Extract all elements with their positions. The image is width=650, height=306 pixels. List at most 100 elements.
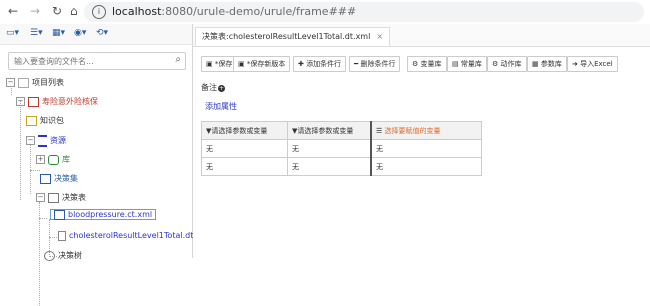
tree-label: 寿险意外险核保 [42, 97, 98, 106]
info-icon[interactable]: i [92, 5, 106, 19]
tree-node-dtable[interactable]: − 决策表 [36, 191, 86, 205]
grid-file-icon [54, 209, 65, 220]
del-cond-label: 删除条件行 [360, 60, 396, 68]
folder-icon [18, 77, 29, 88]
refresh-icon[interactable]: ⟲▾ [96, 28, 108, 38]
grid-icon: ▦ [532, 60, 541, 68]
tree-label: bloodpressure.ct.xml [68, 210, 153, 219]
action-header[interactable]: ☰ 选择要赋值的变量 [370, 121, 482, 140]
tree-label: 项目列表 [32, 78, 64, 87]
back-icon[interactable]: ← [8, 4, 18, 18]
reload-icon[interactable]: ↻ [52, 4, 62, 18]
monitor-icon[interactable]: ▭▾ [6, 28, 19, 38]
tree-node-knowledge[interactable]: 知识包 [26, 114, 64, 128]
list-icon: ☰ [376, 126, 385, 135]
home-icon[interactable]: ⌂ [70, 4, 78, 18]
address-bar[interactable]: i localhost:8080/urule-demo/urule/frame#… [84, 2, 644, 22]
condition-header-2[interactable]: ▼请选择参数或变量 [287, 121, 372, 140]
tree-label: 资源 [50, 136, 66, 145]
table-cell[interactable]: 无 [370, 157, 482, 176]
tab-label: 决策表:cholesterolResultLevel1Total.dt.xml [202, 32, 371, 41]
tree-node-project[interactable]: − 寿险意外险核保 [16, 95, 98, 109]
add-circle-icon[interactable]: + [218, 85, 225, 92]
var-lib-label: 变量库 [420, 60, 442, 68]
note-label[interactable]: 备注 + [201, 82, 225, 93]
tree-node-dtree[interactable]: 决策树 [44, 249, 82, 263]
decision-table: ▼请选择参数或变量 ▼请选择参数或变量 ☰ 选择要赋值的变量 无 无 无 无 无… [201, 121, 482, 176]
tree-node-root[interactable]: − 项目列表 [6, 76, 64, 90]
gear-icon: ⚙ [492, 60, 501, 68]
parameter-library-button[interactable]: ▦ 参数库 [527, 56, 567, 72]
url-path: :8080/urule-demo/urule/frame### [161, 5, 357, 18]
import-excel-button[interactable]: ➜ 导入Excel [567, 56, 618, 72]
file-icon [58, 230, 66, 241]
variable-library-button[interactable]: ⚙ 变量库 [407, 56, 447, 72]
add-condition-row-button[interactable]: ✚ 添加条件行 [293, 56, 347, 72]
table-cell[interactable]: 无 [287, 157, 372, 176]
tree-node-file-bloodpressure[interactable]: bloodpressure.ct.xml [50, 208, 157, 222]
save-new-version-button[interactable]: ▣ *保存新版本 [233, 56, 291, 72]
close-icon[interactable]: × [376, 32, 383, 41]
table-cell[interactable]: 无 [201, 157, 288, 176]
tree-label: 决策表 [62, 193, 86, 202]
tree-node-library[interactable]: + 库 [36, 153, 70, 167]
file-search: ⌕ [8, 52, 186, 70]
tab-decision-table[interactable]: 决策表:cholesterolResultLevel1Total.dt.xml × [195, 27, 391, 46]
table-icon [48, 192, 59, 203]
gear-icon: ⚙ [412, 60, 421, 68]
table-cell[interactable]: 无 [201, 139, 288, 158]
tree-label: 库 [62, 155, 70, 164]
sidebar-toolbar: ▭▾ ☰▾ ▦▾ ◉▾ ⟲▾ [0, 24, 192, 45]
tab-bar: 决策表:cholesterolResultLevel1Total.dt.xml × [193, 24, 650, 47]
save-icon: ▣ [238, 60, 247, 68]
table-row: 无 无 无 [201, 157, 482, 176]
box-icon: ▤ [452, 60, 461, 68]
tree-icon [44, 250, 55, 261]
table-cell[interactable]: 无 [370, 139, 482, 158]
collapse-icon[interactable]: − [16, 97, 25, 106]
forward-icon[interactable]: → [30, 4, 40, 18]
collapse-icon[interactable]: − [36, 193, 45, 202]
header-text: 请选择参数或变量 [297, 126, 354, 135]
browser-toolbar: ← → ↻ ⌂ i localhost:8080/urule-demo/urul… [0, 0, 650, 25]
import-excel-label: 导入Excel [580, 60, 613, 68]
database-icon [48, 154, 59, 165]
note-text: 备注 [201, 83, 217, 92]
table-header-row: ▼请选择参数或变量 ▼请选择参数或变量 ☰ 选择要赋值的变量 [201, 121, 482, 140]
table-cell[interactable]: 无 [287, 139, 372, 158]
add-attribute-link[interactable]: 添加属性 [205, 101, 237, 112]
const-lib-label: 常量库 [460, 60, 482, 68]
param-lib-label: 参数库 [540, 60, 562, 68]
tree-node-resources[interactable]: − 资源 [26, 134, 66, 148]
header-text: 请选择参数或变量 [211, 126, 268, 135]
tree-node-ruleset[interactable]: 决策集 [40, 172, 78, 186]
collapse-icon[interactable]: − [6, 78, 15, 87]
ruleset-icon [40, 173, 51, 184]
list-icon[interactable]: ☰▾ [30, 28, 43, 38]
url-text: localhost:8080/urule-demo/urule/frame### [112, 5, 356, 18]
condition-header-1[interactable]: ▼请选择参数或变量 [201, 121, 288, 140]
table-row: 无 无 无 [201, 139, 482, 158]
tree-label: 知识包 [40, 116, 64, 125]
action-lib-label: 动作库 [500, 60, 522, 68]
header-text: 选择要赋值的变量 [384, 126, 441, 135]
save-button[interactable]: ▣ *保存 [201, 56, 238, 72]
tree-label: cholesterolResultLevel1Total.dt.xml [69, 231, 211, 240]
selected-file: bloodpressure.ct.xml [50, 209, 157, 220]
url-host: localhost [112, 5, 162, 18]
collapse-icon[interactable]: − [26, 136, 35, 145]
constant-library-button[interactable]: ▤ 常量库 [447, 56, 487, 72]
tree-node-file-cholesterol[interactable]: cholesterolResultLevel1Total.dt.xml [58, 229, 211, 243]
package-icon [26, 115, 37, 126]
tree-label: 决策集 [54, 174, 78, 183]
grid-icon[interactable]: ▦▾ [52, 28, 65, 38]
action-library-button[interactable]: ⚙ 动作库 [487, 56, 527, 72]
expand-icon[interactable]: + [36, 155, 45, 164]
delete-condition-row-button[interactable]: ━ 删除条件行 [349, 56, 401, 72]
globe-icon[interactable]: ◉▾ [74, 28, 86, 38]
editor-panel: 决策表:cholesterolResultLevel1Total.dt.xml ×… [193, 24, 650, 258]
import-icon: ➜ [572, 60, 581, 68]
search-input[interactable] [9, 53, 166, 69]
bank-icon [38, 134, 47, 147]
search-icon[interactable]: ⌕ [175, 54, 181, 65]
